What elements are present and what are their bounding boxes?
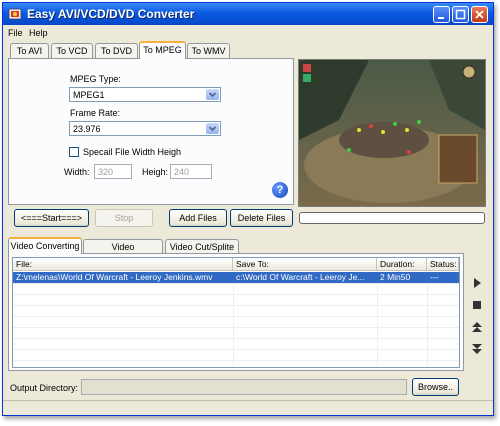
grid-line (13, 360, 459, 361)
grid-line (13, 338, 459, 339)
height-label: Heigh: (142, 167, 169, 177)
tab-to-avi[interactable]: To AVI (10, 43, 49, 58)
tab-video-join-combine[interactable]: Video Join/Combine (83, 239, 163, 266)
menu-help[interactable]: Help (29, 28, 48, 38)
frame-rate-label: Frame Rate: (70, 108, 121, 118)
width-label: Width: (64, 167, 90, 177)
tab-video-converting[interactable]: Video Converting (8, 237, 82, 254)
mpeg-type-select[interactable]: MPEG1 (69, 87, 221, 102)
special-size-checkbox[interactable] (69, 147, 79, 157)
grid-line (13, 305, 459, 306)
grid-line (13, 349, 459, 350)
grid-line (13, 283, 459, 284)
special-size-label: Specail File Width Heigh (83, 147, 182, 157)
help-icon[interactable]: ? (272, 182, 288, 198)
maximize-icon (455, 9, 466, 20)
close-icon (475, 10, 484, 19)
add-files-button[interactable]: Add Files (169, 209, 227, 227)
table-row[interactable]: Z:\melenas\World Of Warcraft - Leeroy Je… (13, 272, 459, 283)
width-field[interactable]: 320 (94, 164, 132, 179)
delete-files-button[interactable]: Delete Files (230, 209, 293, 227)
browse-button[interactable]: Browse.. (412, 378, 459, 396)
minimize-button[interactable] (433, 6, 450, 23)
chevron-down-icon (206, 89, 219, 100)
mpeg-settings: MPEG Type: MPEG1 Frame Rate: 23.976 Spec… (8, 58, 294, 205)
grid-line (233, 271, 234, 367)
progress-bar (299, 212, 485, 224)
mpeg-type-label: MPEG Type: (70, 74, 121, 84)
video-preview (298, 59, 486, 207)
grid-line (13, 327, 459, 328)
cell-duration: 2 Min50 (380, 272, 411, 282)
move-down-icon[interactable] (471, 343, 483, 355)
grid-line (13, 294, 459, 295)
play-icon[interactable] (471, 277, 483, 289)
menu-bar: File Help (3, 25, 493, 41)
column-header-duration[interactable]: Duration: (377, 258, 427, 271)
tab-to-vcd[interactable]: To VCD (51, 43, 93, 58)
move-up-icon[interactable] (471, 321, 483, 333)
cell-save-to: c:\World Of Warcraft - Leeroy Je... (236, 272, 365, 282)
grid-line (377, 271, 378, 367)
mpeg-type-value: MPEG1 (73, 90, 105, 100)
file-list-panel: File: Save To: Duration: Status: Z:\mele… (8, 253, 464, 371)
column-header-save-to[interactable]: Save To: (233, 258, 377, 271)
cell-file: Z:\melenas\World Of Warcraft - Leeroy Je… (16, 272, 213, 282)
app-window: Easy AVI/VCD/DVD Converter File Help To … (2, 2, 494, 416)
tab-to-dvd[interactable]: To DVD (95, 43, 138, 58)
grid-line (427, 271, 428, 367)
column-header-file[interactable]: File: (13, 258, 233, 271)
column-header-status[interactable]: Status: (427, 258, 459, 271)
tab-to-mpeg[interactable]: To MPEG (139, 41, 186, 59)
cell-status: --- (430, 272, 439, 282)
stop-button[interactable]: Stop (95, 209, 153, 227)
grid-line (13, 316, 459, 317)
close-button[interactable] (471, 6, 488, 23)
output-directory-label: Output Directory: (10, 383, 79, 393)
video-frame-image (299, 60, 485, 206)
tab-to-wmv[interactable]: To WMV (187, 43, 230, 58)
tab-video-cut-splite[interactable]: Video Cut/Splite (165, 239, 239, 253)
menu-file[interactable]: File (8, 28, 23, 38)
title-bar[interactable]: Easy AVI/VCD/DVD Converter (3, 3, 493, 25)
maximize-button[interactable] (452, 6, 469, 23)
start-button[interactable]: <===Start===> (14, 209, 89, 227)
app-icon (8, 8, 22, 20)
frame-rate-select[interactable]: 23.976 (69, 121, 221, 136)
height-field[interactable]: 240 (170, 164, 212, 179)
file-list[interactable]: File: Save To: Duration: Status: Z:\mele… (12, 257, 460, 368)
minimize-icon (438, 17, 444, 19)
output-directory-field[interactable] (81, 379, 407, 395)
status-bar (3, 400, 493, 415)
window-title: Easy AVI/VCD/DVD Converter (27, 7, 195, 21)
stop-icon[interactable] (471, 299, 483, 311)
chevron-down-icon (206, 123, 219, 134)
frame-rate-value: 23.976 (73, 124, 101, 134)
format-panel: To AVI To VCD To DVD To MPEG To WMV MPEG… (8, 41, 294, 205)
